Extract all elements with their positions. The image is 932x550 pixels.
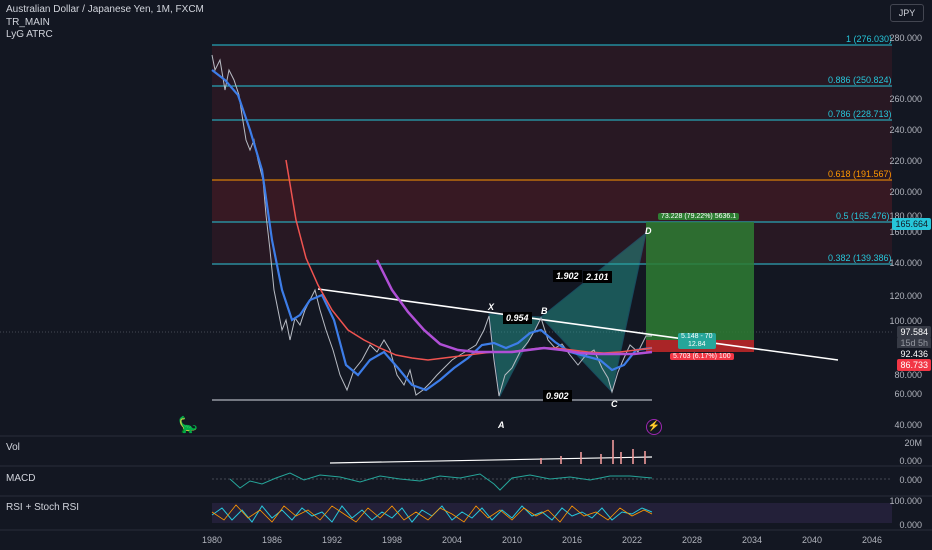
price-axis-tick: 100.000 [889, 316, 922, 326]
price-axis-tick: 40.000 [894, 420, 922, 430]
time-axis-tick: 2046 [861, 535, 883, 545]
time-axis-tick: 1980 [201, 535, 223, 545]
time-axis-tick: 2004 [441, 535, 463, 545]
indicator-tr-main[interactable]: TR_MAIN [6, 17, 50, 28]
volume-bars [540, 440, 646, 464]
pattern-point-b: B [541, 306, 548, 316]
ratio-bd-1: 1.902 [553, 270, 582, 282]
fib-label-0786: 0.786 (228.713) [828, 109, 892, 119]
price-axis-tick: 200.000 [889, 187, 922, 197]
vol-axis-zero: 0.000 [899, 456, 922, 466]
symbol-title[interactable]: Australian Dollar / Japanese Yen, 1M, FX… [6, 4, 204, 15]
time-axis-tick: 2040 [801, 535, 823, 545]
price-axis-tick: 260.000 [889, 94, 922, 104]
ratio-bd-2: 2.101 [583, 271, 612, 283]
pattern-point-x: X [488, 302, 495, 312]
ratio-ac: 0.902 [543, 390, 572, 402]
time-axis-tick: 1998 [381, 535, 403, 545]
profit-label: 73.228 (79.22%) 5636.1 [658, 213, 740, 220]
price-axis-tick: 220.000 [889, 156, 922, 166]
price-axis-tick: 120.000 [889, 291, 922, 301]
tradingview-logo-icon[interactable]: 🦕 [178, 416, 198, 436]
chart-canvas[interactable] [0, 0, 932, 550]
fib-label-0886: 0.886 (250.824) [828, 75, 892, 85]
time-axis-tick: 2034 [741, 535, 763, 545]
volume-pane-label[interactable]: Vol [6, 442, 20, 453]
time-axis-tick: 2022 [621, 535, 643, 545]
rsi-axis-max: 100.000 [889, 496, 922, 506]
macd-histogram [229, 472, 653, 491]
indicator-lyg-atrc[interactable]: LyG ATRC [6, 29, 53, 40]
lightning-event-icon[interactable]: ⚡ [646, 419, 662, 435]
pattern-point-d: D [645, 226, 652, 236]
price-axis-tick: 280.000 [889, 33, 922, 43]
trade-center-line-2: 12.84 [688, 341, 706, 348]
rsi-pane-label[interactable]: RSI + Stoch RSI [6, 502, 79, 513]
macd-axis-zero: 0.000 [899, 475, 922, 485]
fib-zone-band [212, 45, 892, 265]
chart-screen: Australian Dollar / Japanese Yen, 1M, FX… [0, 0, 932, 550]
ratio-xb: 0.954 [503, 312, 532, 324]
profit-zone [646, 222, 754, 340]
time-axis-tick: 2016 [561, 535, 583, 545]
time-axis-tick: 2028 [681, 535, 703, 545]
currency-button[interactable]: JPY [890, 4, 924, 22]
price-axis-tick: 240.000 [889, 125, 922, 135]
price-axis-tick: 80.000 [894, 370, 922, 380]
stop-label: 5.703 (6.17%) 100 [670, 353, 734, 360]
price-axis-tick: 60.000 [894, 389, 922, 399]
fib-zone-band-upper [212, 180, 892, 222]
time-axis-tick: 1986 [261, 535, 283, 545]
fib-label-0618: 0.618 (191.567) [828, 169, 892, 179]
pattern-point-a: A [498, 420, 505, 430]
target-price-badge: 165.664 [892, 218, 931, 230]
volume-trendline [329, 456, 653, 464]
low-price-badge: 86.733 [897, 359, 931, 371]
time-axis-tick: 2010 [501, 535, 523, 545]
trade-center-line-1: 5.148 - 70 [681, 333, 713, 340]
trade-center-label: 5.148 - 70 12.84 [678, 333, 716, 349]
vol-axis-max: 20M [904, 438, 922, 448]
price-axis-tick: 140.000 [889, 258, 922, 268]
pattern-point-c: C [611, 399, 618, 409]
time-axis-tick: 1992 [321, 535, 343, 545]
rsi-axis-zero: 0.000 [899, 520, 922, 530]
macd-pane-label[interactable]: MACD [6, 473, 35, 484]
